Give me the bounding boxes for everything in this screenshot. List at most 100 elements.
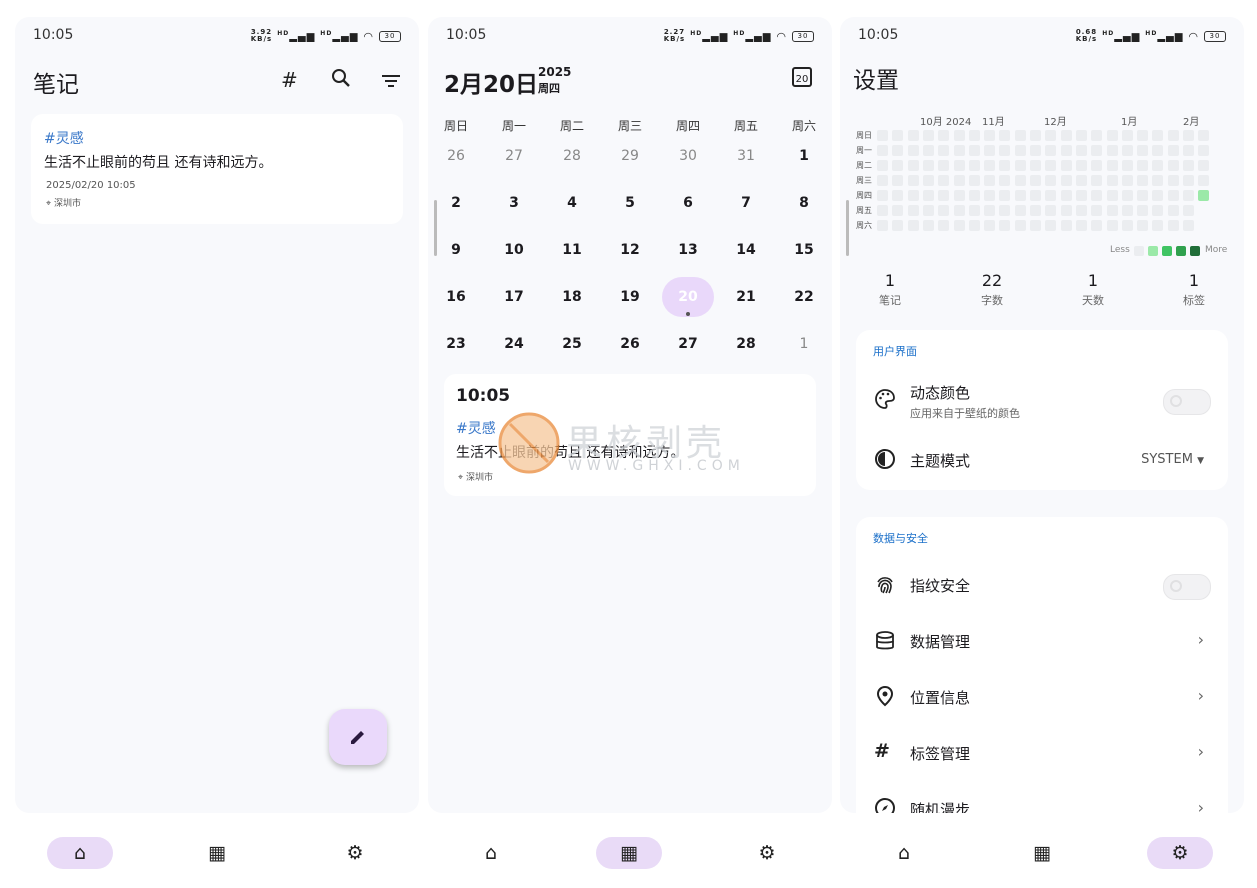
nav-settings[interactable]: ⚙ — [734, 837, 800, 869]
month-label: 12月 — [1044, 117, 1067, 128]
calendar-day[interactable]: 16 — [430, 277, 482, 317]
dynamic-color-row[interactable]: 动态颜色 应用来自于壁纸的颜色 — [856, 374, 1228, 424]
calendar-day[interactable]: 26 — [604, 324, 656, 364]
stat-value: 1 — [1087, 271, 1099, 290]
heatmap-day-label: 周一 — [856, 146, 872, 155]
tag-icon[interactable]: # — [281, 68, 298, 92]
battery-icon: 30 — [379, 30, 401, 42]
heatmap-cell — [1060, 130, 1072, 141]
calendar-day-selected[interactable]: 20 — [662, 277, 714, 317]
calendar-day[interactable]: 8 — [778, 183, 830, 223]
calendar-day[interactable]: 28 — [546, 136, 598, 176]
random-walk-row[interactable]: 随机漫步 › — [856, 784, 1228, 813]
calendar-day[interactable]: 3 — [488, 183, 540, 223]
calendar-day[interactable]: 27 — [488, 136, 540, 176]
calendar-day[interactable]: 28 — [720, 324, 772, 364]
calendar-day[interactable]: 1 — [778, 136, 830, 176]
search-icon[interactable] — [331, 68, 351, 93]
stat-label: 标签 — [1183, 294, 1205, 307]
fingerprint-row[interactable]: 指纹安全 — [856, 560, 1228, 610]
heatmap-cell — [1167, 220, 1179, 231]
nav-home[interactable]: ⌂ — [871, 837, 937, 869]
nav-settings[interactable]: ⚙ — [1147, 837, 1213, 869]
calendar-day[interactable]: 15 — [778, 230, 830, 270]
fingerprint-toggle[interactable] — [1163, 574, 1211, 600]
calendar-day[interactable]: 17 — [488, 277, 540, 317]
heatmap-cell — [1152, 190, 1164, 201]
nav-home[interactable]: ⌂ — [47, 837, 113, 869]
theme-mode-value[interactable]: SYSTEM — [1141, 452, 1193, 467]
heatmap-cell — [1045, 130, 1057, 141]
heatmap-cell — [892, 190, 904, 201]
heatmap-cell — [1045, 145, 1057, 156]
entry-tag[interactable]: #灵感 — [456, 418, 496, 438]
weekday-label: 周一 — [501, 119, 526, 133]
calendar-day[interactable]: 29 — [604, 136, 656, 176]
calendar-day[interactable]: 12 — [604, 230, 656, 270]
signal-icon-2: ▂▄▆ — [1157, 31, 1184, 43]
calendar-day[interactable]: 21 — [720, 277, 772, 317]
theme-mode-row[interactable]: 主题模式 SYSTEM ▼ — [856, 435, 1228, 485]
note-tag[interactable]: #灵感 — [44, 128, 84, 148]
calendar-day[interactable]: 14 — [720, 230, 772, 270]
heatmap-cell — [1060, 190, 1072, 201]
calendar-day[interactable]: 24 — [488, 324, 540, 364]
dynamic-color-toggle[interactable] — [1163, 389, 1211, 415]
tag-management-row[interactable]: # 标签管理 › — [856, 728, 1228, 778]
nav-calendar[interactable]: ▦ — [596, 837, 662, 869]
heatmap-cell — [984, 190, 996, 201]
entry-location: 深圳市 — [465, 473, 493, 483]
heatmap-cell — [938, 205, 950, 216]
calendar-day[interactable]: 19 — [604, 277, 656, 317]
calendar-day[interactable]: 30 — [662, 136, 714, 176]
calendar-day[interactable]: 4 — [546, 183, 598, 223]
calendar-day[interactable]: 2 — [430, 183, 482, 223]
nav-calendar[interactable]: ▦ — [1009, 837, 1075, 869]
scrollbar[interactable] — [434, 200, 437, 256]
calendar-day[interactable]: 6 — [662, 183, 714, 223]
status-time: 10:05 — [33, 27, 74, 43]
nav-calendar[interactable]: ▦ — [184, 837, 250, 869]
heatmap-cell — [1167, 190, 1179, 201]
nav-home[interactable]: ⌂ — [458, 837, 524, 869]
heatmap-cell — [1106, 130, 1118, 141]
heatmap-cell — [892, 205, 904, 216]
heatmap-cell — [953, 160, 965, 171]
calendar-day[interactable]: 22 — [778, 277, 830, 317]
note-card[interactable]: #灵感 生活不止眼前的苟且 还有诗和远方。 2025/02/20 10:05 ⌖… — [31, 114, 403, 224]
heatmap-cell — [984, 160, 996, 171]
calendar-day[interactable]: 18 — [546, 277, 598, 317]
calendar-day[interactable]: 1 — [778, 324, 830, 364]
dropdown-arrow-icon: ▼ — [1197, 456, 1204, 466]
calendar-day[interactable]: 26 — [430, 136, 482, 176]
heatmap-cell — [999, 205, 1011, 216]
filter-icon[interactable] — [381, 70, 401, 94]
calendar-day[interactable]: 9 — [430, 230, 482, 270]
heatmap-cell — [1121, 175, 1133, 186]
calendar-day[interactable]: 11 — [546, 230, 598, 270]
legend-cell — [1162, 246, 1172, 256]
scrollbar[interactable] — [846, 200, 849, 256]
heatmap-cell — [1198, 190, 1210, 201]
heatmap-cell — [1091, 145, 1103, 156]
note-location: 深圳市 — [53, 199, 81, 209]
heatmap-cell — [922, 175, 934, 186]
data-management-row[interactable]: 数据管理 › — [856, 616, 1228, 666]
location-info-row[interactable]: 位置信息 › — [856, 672, 1228, 722]
heatmap-cell — [938, 175, 950, 186]
heatmap-cell — [877, 220, 888, 231]
calendar-day[interactable]: 13 — [662, 230, 714, 270]
calendar-day[interactable]: 27 — [662, 324, 714, 364]
today-calendar-icon[interactable]: 20 — [792, 67, 812, 87]
new-note-button[interactable] — [329, 709, 387, 765]
calendar-day[interactable]: 5 — [604, 183, 656, 223]
heatmap-cell — [1106, 160, 1118, 171]
calendar-day[interactable]: 23 — [430, 324, 482, 364]
calendar-day[interactable]: 10 — [488, 230, 540, 270]
calendar-day[interactable]: 25 — [546, 324, 598, 364]
heatmap-cell — [1091, 160, 1103, 171]
calendar-day[interactable]: 31 — [720, 136, 772, 176]
legend-cell — [1134, 246, 1144, 256]
nav-settings[interactable]: ⚙ — [322, 837, 388, 869]
calendar-day[interactable]: 7 — [720, 183, 772, 223]
